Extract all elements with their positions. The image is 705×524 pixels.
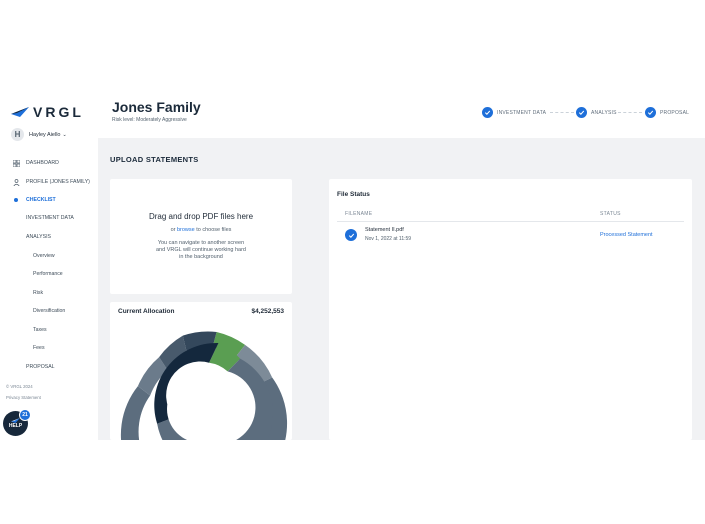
avatar: H — [11, 128, 24, 141]
step-label: INVESTMENT DATA — [497, 109, 547, 116]
allocation-title: Current Allocation — [118, 308, 175, 315]
sidebar-item-dashboard[interactable]: DASHBOARD — [0, 157, 59, 169]
check-icon — [576, 107, 587, 118]
active-dot-icon — [14, 198, 18, 202]
logo-mark-icon — [11, 107, 29, 117]
header-divider — [337, 221, 684, 222]
brand-name: VRGL — [33, 104, 84, 120]
sidebar-item-profile[interactable]: PROFILE (JONES FAMILY) — [0, 176, 90, 188]
sidebar-item-checklist[interactable]: CHECKLIST — [0, 194, 56, 206]
check-icon — [645, 107, 656, 118]
sidebar-item-label: CHECKLIST — [26, 197, 56, 203]
sidebar-item-risk[interactable]: Risk — [33, 287, 43, 299]
check-icon — [482, 107, 493, 118]
file-status-card: File Status FILENAME STATUS Statement II… — [329, 179, 692, 440]
sidebar: VRGL H Hayley Aiello ⌄ DASHBOARD PROFILE… — [0, 95, 98, 440]
step-connector — [550, 112, 574, 113]
risk-level-text: Risk level: Moderately Aggressive — [112, 117, 187, 123]
dropzone-title: Drag and drop PDF files here — [148, 212, 254, 221]
progress-steps: INVESTMENT DATA ANALYSIS PROPOSAL — [480, 107, 695, 119]
help-badge: 21 — [19, 409, 31, 421]
sidebar-item-fees[interactable]: Fees — [33, 342, 45, 354]
sidebar-item-label: PROFILE (JONES FAMILY) — [26, 179, 90, 185]
or-text: or — [170, 227, 176, 233]
column-header-status: STATUS — [600, 211, 621, 217]
sidebar-item-label: Risk — [33, 290, 44, 296]
upload-dropzone[interactable]: Drag and drop PDF files here or browse t… — [110, 179, 292, 294]
browse-link[interactable]: browse — [177, 227, 195, 233]
sidebar-item-investment-data[interactable]: INVESTMENT DATA — [26, 212, 74, 224]
step-proposal[interactable]: PROPOSAL — [645, 107, 689, 118]
step-label: ANALYSIS — [591, 109, 617, 116]
grid-icon — [12, 159, 20, 167]
file-status-text[interactable]: Processed Statement — [600, 232, 653, 238]
privacy-link[interactable]: Privacy Statement — [6, 395, 41, 400]
allocation-total: $4,252,553 — [251, 308, 284, 315]
sidebar-item-label: Fees — [33, 345, 45, 351]
help-label: HELP — [8, 423, 23, 429]
sidebar-item-overview[interactable]: Overview — [33, 250, 55, 262]
app-window: VRGL H Hayley Aiello ⌄ DASHBOARD PROFILE… — [0, 95, 705, 440]
logo[interactable]: VRGL — [11, 104, 84, 120]
column-header-filename: FILENAME — [345, 211, 373, 217]
sidebar-item-label: Taxes — [33, 327, 47, 333]
section-title: UPLOAD STATEMENTS — [110, 155, 199, 164]
person-icon — [12, 178, 20, 186]
sidebar-item-label: INVESTMENT DATA — [26, 215, 74, 221]
sidebar-item-label: Performance — [33, 271, 63, 277]
chevron-down-icon: ⌄ — [62, 131, 67, 138]
main-content: UPLOAD STATEMENTS Drag and drop PDF file… — [98, 138, 705, 440]
sidebar-item-label: Diversification — [33, 308, 66, 314]
sidebar-item-label: ANALYSIS — [26, 234, 51, 240]
sidebar-item-taxes[interactable]: Taxes — [33, 324, 47, 336]
copyright-text: © VRGL 2024 — [6, 384, 33, 389]
chart-segment — [120, 386, 151, 440]
step-investment-data[interactable]: INVESTMENT DATA — [482, 107, 546, 118]
user-menu[interactable]: H Hayley Aiello ⌄ — [11, 128, 67, 141]
dropzone-note: You can navigate to another screen and V… — [156, 240, 246, 260]
chart-center-hole — [167, 375, 235, 440]
file-status-title: File Status — [337, 191, 370, 198]
sidebar-item-label: Overview — [33, 253, 55, 259]
current-allocation-card: Current Allocation $4,252,553 — [110, 302, 292, 440]
sidebar-item-diversification[interactable]: Diversification — [33, 305, 65, 317]
step-label: PROPOSAL — [660, 109, 690, 116]
choose-files-text: to choose files — [196, 227, 232, 233]
check-icon — [345, 229, 357, 241]
dropzone-browse-line: or browse to choose files — [110, 227, 292, 233]
sidebar-item-label: DASHBOARD — [26, 160, 59, 166]
file-date: Nov 1, 2022 at 11:59 — [365, 236, 412, 242]
user-name: Hayley Aiello — [29, 131, 61, 138]
sidebar-item-performance[interactable]: Performance — [33, 268, 63, 280]
file-name: Statement II.pdf — [365, 227, 404, 233]
sidebar-item-analysis[interactable]: ANALYSIS — [26, 231, 51, 243]
step-connector — [618, 112, 642, 113]
sidebar-item-proposal[interactable]: PROPOSAL — [26, 361, 55, 373]
sidebar-item-label: PROPOSAL — [26, 364, 55, 370]
page-title: Jones Family — [112, 99, 201, 115]
allocation-sunburst-chart — [120, 331, 288, 440]
step-analysis[interactable]: ANALYSIS — [576, 107, 617, 118]
